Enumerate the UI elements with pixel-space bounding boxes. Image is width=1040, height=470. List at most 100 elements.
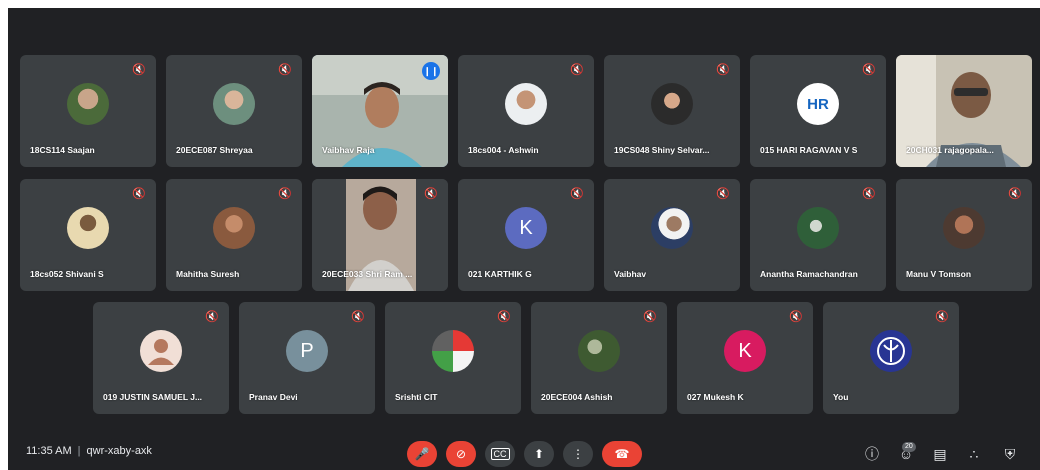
participant-tile[interactable]: 🔇 Manu V Tomson <box>896 179 1032 291</box>
more-vert-icon: ⋮ <box>572 447 584 461</box>
participant-name: 019 JUSTIN SAMUEL J... <box>103 392 203 402</box>
participant-tile[interactable]: 🔇 20ECE004 Ashish <box>531 302 667 414</box>
emblem-logo-icon <box>877 337 905 365</box>
participant-name: Vaibhav <box>614 269 647 279</box>
avatar: K <box>724 330 766 372</box>
participant-name: Manu V Tomson <box>906 269 972 279</box>
hang-up-button[interactable]: ☎ <box>602 441 642 467</box>
participant-name: 021 KARTHIK G <box>468 269 532 279</box>
participant-name: Anantha Ramachandran <box>760 269 858 279</box>
avatar <box>651 83 693 125</box>
participant-tile[interactable]: 🔇 19CS048 Shiny Selvar... <box>604 55 740 167</box>
avatar <box>432 330 474 372</box>
meeting-code[interactable]: qwr-xaby-axk <box>87 445 152 457</box>
participant-name: Mahitha Suresh <box>176 269 240 279</box>
mic-off-icon: 🔇 <box>278 188 292 200</box>
mic-toggle-button[interactable]: 🎤 <box>407 441 437 467</box>
participant-name: 20ECE033 Shri Ram ... <box>322 269 413 279</box>
avatar <box>67 83 109 125</box>
avatar <box>943 207 985 249</box>
participant-row-2: 🔇 18cs052 Shivani S 🔇 Mahitha Suresh 🔇 2… <box>0 179 1040 291</box>
mic-off-icon: 🔇 <box>497 311 511 323</box>
participant-tile-self[interactable]: 🔇 You <box>823 302 959 414</box>
participant-tile[interactable]: 🔇 18cs052 Shivani S <box>20 179 156 291</box>
mic-off-icon: 🔇 <box>716 64 730 76</box>
mic-off-icon: 🔇 <box>862 64 876 76</box>
avatar <box>651 207 693 249</box>
mic-off-icon: 🔇 <box>424 188 438 200</box>
camera-off-icon: ⊘ <box>455 447 467 461</box>
screenshot-border-top <box>0 0 1040 8</box>
chat-button[interactable]: ▤ <box>930 444 950 464</box>
participant-tile[interactable]: 🔇 Anantha Ramachandran <box>750 179 886 291</box>
mic-off-icon: 🔇 <box>351 311 365 323</box>
participant-tile[interactable]: 20CH031 rajagopala... <box>896 55 1032 167</box>
activities-button[interactable]: ∴ <box>964 444 984 464</box>
people-button[interactable]: ☺ 20 <box>896 442 916 464</box>
participant-name: You <box>833 392 849 402</box>
avatar <box>213 207 255 249</box>
mic-off-icon: 🔇 <box>935 311 949 323</box>
info-icon: ⓘ <box>865 446 879 462</box>
participant-tile[interactable]: 🔇 20ECE033 Shri Ram ... <box>312 179 448 291</box>
participant-tile[interactable]: 🔇 K 021 KARTHIK G <box>458 179 594 291</box>
avatar <box>797 207 839 249</box>
participant-tile[interactable]: 🔇 Vaibhav <box>604 179 740 291</box>
participant-tile[interactable]: 🔇 20ECE087 Shreyaa <box>166 55 302 167</box>
captions-icon: CC <box>490 448 510 460</box>
avatar <box>578 330 620 372</box>
participant-tile[interactable]: 🔇 P Pranav Devi <box>239 302 375 414</box>
participant-name: 18cs052 Shivani S <box>30 269 104 279</box>
mic-off-icon: 🔇 <box>570 64 584 76</box>
bottom-toolbar: 11:35 AM | qwr-xaby-axk 🎤 ⊘ CC ⬆ ⋮ ☎ ⓘ ☺ 2… <box>0 436 1040 470</box>
avatar: HR <box>797 83 839 125</box>
mic-off-icon: 🔇 <box>789 311 803 323</box>
participant-tile[interactable]: 🔇 18cs004 - Ashwin <box>458 55 594 167</box>
mic-off-icon: 🔇 <box>643 311 657 323</box>
participant-name: 20ECE004 Ashish <box>541 392 613 402</box>
camera-toggle-button[interactable]: ⊘ <box>446 441 476 467</box>
participant-tile[interactable]: 🔇 HR 015 HARI RAGAVAN V S <box>750 55 886 167</box>
avatar: P <box>286 330 328 372</box>
participant-tile[interactable]: 🔇 18CS114 Saajan <box>20 55 156 167</box>
captions-button[interactable]: CC <box>485 441 515 467</box>
participant-name: 19CS048 Shiny Selvar... <box>614 145 710 155</box>
participant-tile-speaking[interactable]: ❙❙ Vaibhav Raja <box>312 55 448 167</box>
participant-tile[interactable]: 🔇 K 027 Mukesh K <box>677 302 813 414</box>
chat-icon: ▤ <box>933 445 947 462</box>
mic-off-icon: 🔇 <box>862 188 876 200</box>
participant-tile[interactable]: 🔇 Srishti CIT <box>385 302 521 414</box>
participant-name: 015 HARI RAGAVAN V S <box>760 145 858 155</box>
host-controls-icon: ⛨ <box>1004 445 1016 462</box>
participant-name: 20CH031 rajagopala... <box>906 145 994 155</box>
participant-row-3: 🔇 019 JUSTIN SAMUEL J... 🔇 P Pranav Devi… <box>0 302 1040 414</box>
avatar <box>213 83 255 125</box>
meeting-details-button[interactable]: ⓘ <box>862 444 882 464</box>
mic-off-icon: 🔇 <box>1008 188 1022 200</box>
mic-off-icon: 🔇 <box>205 311 219 323</box>
participant-name: Vaibhav Raja <box>322 145 375 155</box>
meeting-time: 11:35 AM <box>26 445 72 457</box>
participant-row-1: 🔇 18CS114 Saajan 🔇 20ECE087 Shreyaa ❙❙ V… <box>0 55 1040 167</box>
participant-tile[interactable]: 🔇 Mahitha Suresh <box>166 179 302 291</box>
mic-off-icon: 🎤 <box>414 447 430 461</box>
meeting-info: 11:35 AM | qwr-xaby-axk <box>26 445 152 457</box>
more-options-button[interactable]: ⋮ <box>563 441 593 467</box>
audio-wave-icon: ❙❙ <box>422 62 440 80</box>
participant-count-badge: 20 <box>902 442 916 452</box>
activities-icon: ∴ <box>969 445 979 462</box>
participant-name: Pranav Devi <box>249 392 298 402</box>
default-avatar-icon <box>148 339 174 365</box>
participant-name: Srishti CIT <box>395 392 438 402</box>
present-button[interactable]: ⬆ <box>524 441 554 467</box>
avatar: K <box>505 207 547 249</box>
avatar <box>67 207 109 249</box>
avatar <box>505 83 547 125</box>
mic-off-icon: 🔇 <box>278 64 292 76</box>
mic-off-icon: 🔇 <box>132 188 146 200</box>
hang-up-icon: ☎ <box>614 447 630 461</box>
mic-off-icon: 🔇 <box>716 188 730 200</box>
host-controls-button[interactable]: ⛨ <box>1000 444 1020 464</box>
participant-tile[interactable]: 🔇 019 JUSTIN SAMUEL J... <box>93 302 229 414</box>
mic-off-icon: 🔇 <box>132 64 146 76</box>
